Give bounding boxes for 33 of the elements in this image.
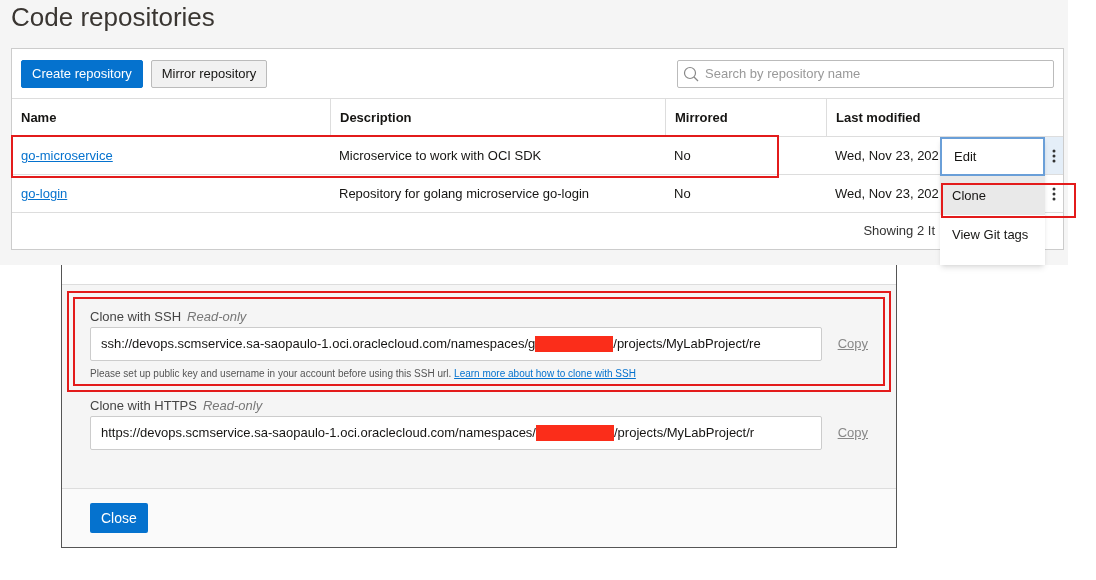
column-header: Last modified: [826, 99, 1063, 136]
repository-link[interactable]: go-login: [21, 185, 68, 201]
table-cell-text: No: [673, 146, 692, 165]
copy-link[interactable]: Copy: [837, 423, 868, 443]
column-header: Description: [330, 99, 665, 136]
field-label: Clone with SSH: [90, 308, 182, 325]
column-header: Mirrored: [665, 99, 826, 136]
learn-more-link[interactable]: Learn more about how to clone with SSH: [454, 368, 636, 379]
pagination-text: Showing 2 It: [863, 222, 935, 241]
table-cell-text: No: [673, 184, 692, 203]
menu-item[interactable]: Clone: [940, 176, 1045, 215]
menu-item[interactable]: View Git tags: [940, 215, 1045, 254]
mirror-button[interactable]: Mirror repository: [150, 59, 268, 88]
table-cell-text: Wed, Nov 23, 202: [834, 146, 936, 165]
kebab-icon: [1051, 148, 1056, 163]
field-label: Clone with HTTPS: [90, 397, 197, 414]
table-cell-text: Microservice to work with OCI SDK: [338, 146, 543, 165]
read-only-note: Read-only: [187, 308, 247, 325]
menu-item[interactable]: Edit: [940, 137, 1045, 176]
column-header: Name: [20, 108, 58, 127]
repository-link[interactable]: go-microservice: [21, 147, 113, 163]
url-field[interactable]: https://devops.scmservice.sa-saopaulo-1.oci.oraclecloud.com/namespaces/ /projects/MyLabProject/r: [90, 416, 822, 450]
read-only-note: Read-only: [202, 397, 263, 414]
close-button[interactable]: Close: [90, 503, 148, 533]
table-cell-text: Repository for golang microservice go-login: [338, 184, 590, 203]
search-field[interactable]: Search by repository name: [677, 59, 1054, 88]
table-cell-text: Wed, Nov 23, 202: [834, 184, 936, 203]
url-field[interactable]: ssh://devops.scmservice.sa-saopaulo-1.oci.oraclecloud.com/namespaces/g /projects/MyLabProject/re: [90, 327, 822, 361]
hint-text: Please set up public key and username in your account before using this SSH url. Learn more about how to clone with SSH: [90, 367, 637, 380]
create-button[interactable]: Create repository: [21, 59, 143, 88]
kebab-icon: [1051, 186, 1056, 201]
copy-link[interactable]: Copy: [837, 334, 868, 354]
page-title: Code repositories: [11, 2, 216, 34]
